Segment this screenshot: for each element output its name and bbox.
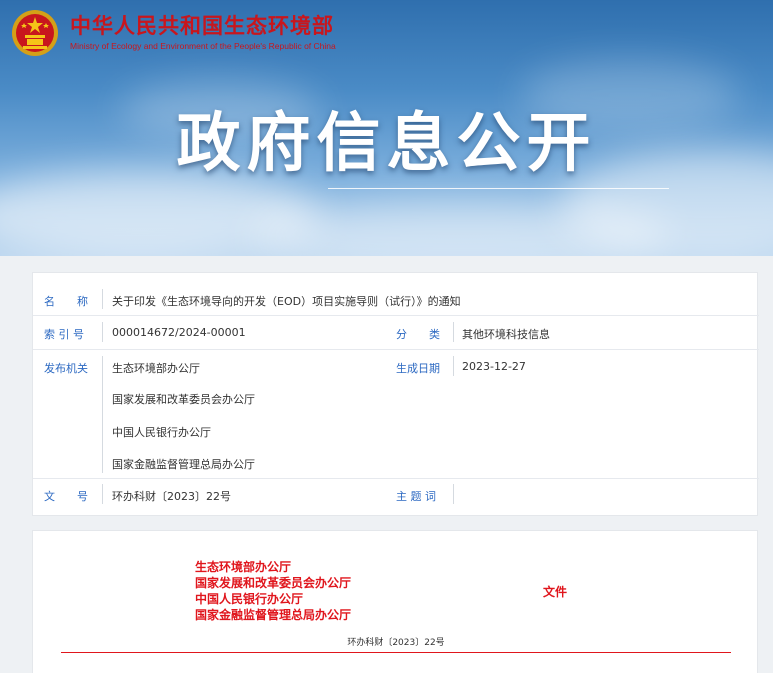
issuing-org: 国家金融监督管理总局办公厅 (195, 608, 352, 622)
doc-number: 环办科财〔2023〕22号 (347, 638, 445, 648)
date-value: 2023-12-27 (462, 360, 526, 373)
issuer-item: 中国人民银行办公厅 (112, 426, 211, 439)
divider (453, 356, 454, 376)
name-label: 名 称 (44, 295, 88, 308)
national-emblem-icon (12, 10, 58, 56)
divider (102, 289, 103, 309)
date-label: 生成日期 (396, 362, 440, 375)
divider (453, 322, 454, 342)
index-value: 000014672/2024-00001 (112, 326, 246, 339)
row-divider (33, 478, 759, 479)
docno-label: 文 号 (44, 490, 88, 503)
divider (102, 484, 103, 504)
red-rule (61, 652, 731, 653)
divider (453, 484, 454, 504)
issuing-org: 国家发展和改革委员会办公厅 (195, 576, 352, 590)
document-header: 生态环境部办公厅 国家发展和改革委员会办公厅 中国人民银行办公厅 国家金融监督管… (32, 530, 758, 673)
row-divider (33, 349, 759, 350)
issuing-org: 生态环境部办公厅 (195, 560, 292, 574)
org-name-en: Ministry of Ecology and Environment of t… (70, 41, 336, 51)
org-name-cn: 中华人民共和国生态环境部 (70, 14, 334, 38)
issuer-item: 生态环境部办公厅 (112, 362, 200, 375)
issuer-label: 发布机关 (44, 362, 88, 375)
site-logo[interactable]: 中华人民共和国生态环境部 Ministry of Ecology and Env… (10, 8, 336, 58)
issuer-item: 国家发展和改革委员会办公厅 (112, 393, 255, 406)
issuing-org: 中国人民银行办公厅 (195, 592, 304, 606)
doc-kind: 文件 (543, 585, 568, 599)
header-banner: 中华人民共和国生态环境部 Ministry of Ecology and Env… (0, 0, 773, 256)
issuing-orgs: 生态环境部办公厅 国家发展和改革委员会办公厅 中国人民银行办公厅 国家金融监督管… (195, 559, 351, 623)
docno-value: 环办科财〔2023〕22号 (112, 490, 231, 503)
banner-title: 政府信息公开 (176, 107, 597, 181)
name-value: 关于印发《生态环境导向的开发（EOD）项目实施导则（试行）》的通知 (112, 295, 461, 308)
title-underline (328, 188, 669, 189)
issuer-item: 国家金融监督管理总局办公厅 (112, 458, 255, 471)
keywords-label: 主 题 词 (396, 490, 436, 503)
row-divider (33, 315, 759, 316)
category-value: 其他环境科技信息 (462, 328, 550, 341)
index-label: 索 引 号 (44, 328, 84, 341)
divider (102, 356, 103, 473)
info-card: 名 称 关于印发《生态环境导向的开发（EOD）项目实施导则（试行）》的通知 索 … (32, 272, 759, 516)
divider (102, 322, 103, 342)
category-label: 分 类 (396, 328, 440, 341)
